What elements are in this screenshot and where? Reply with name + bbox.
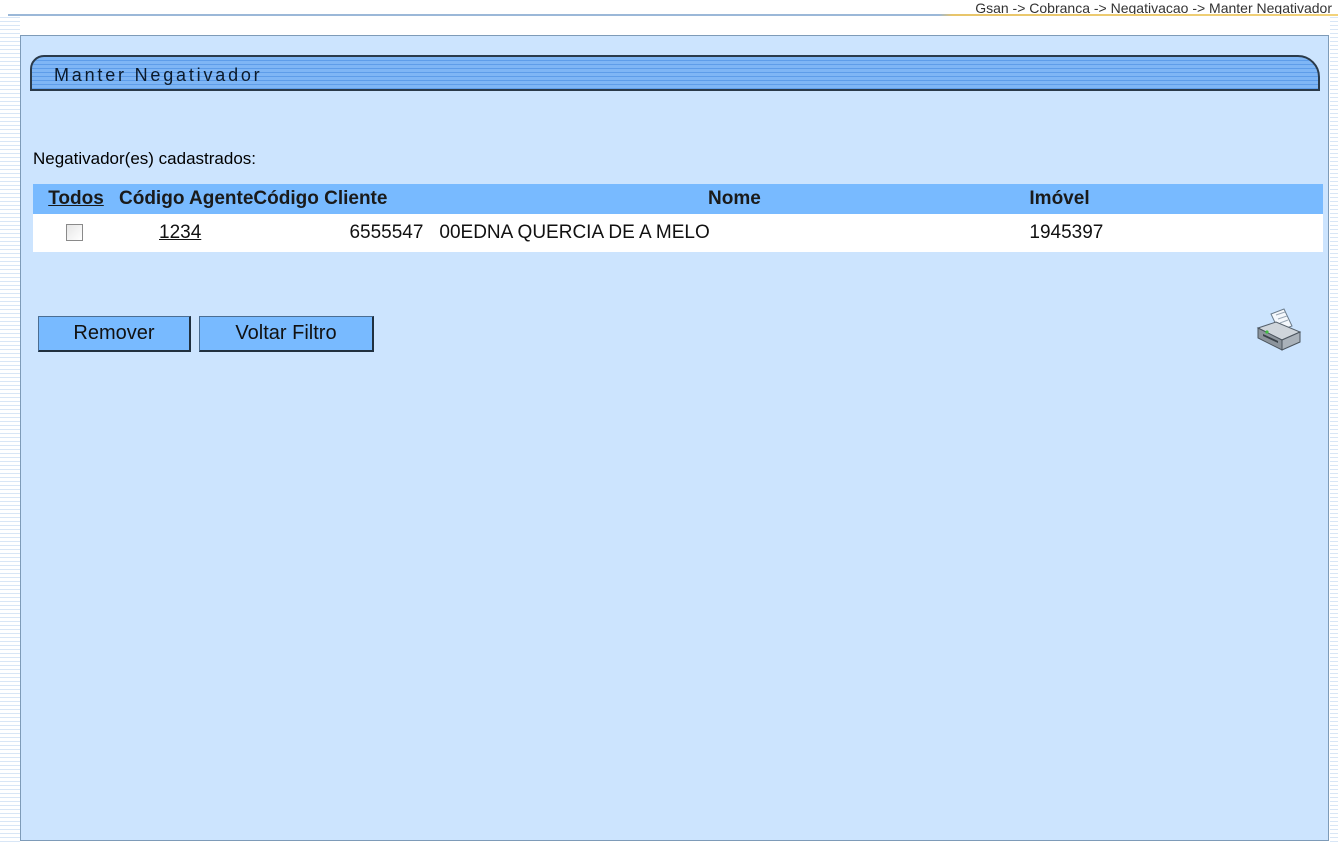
breadcrumb-divider xyxy=(8,14,1338,16)
header-codigo-agente: Código Agente xyxy=(119,184,254,214)
row-checkbox-cell xyxy=(33,214,119,252)
header-nome: Nome xyxy=(439,184,1030,214)
left-stripes xyxy=(0,14,20,843)
table-row: 1234 6555547 00EDNA QUERCIA DE A MELO 19… xyxy=(33,214,1323,252)
header-codigo-cliente: Código Cliente xyxy=(253,184,440,214)
codigo-agente-link[interactable]: 1234 xyxy=(119,222,201,243)
header-todos: Todos xyxy=(33,184,119,214)
cell-imovel: 1945397 xyxy=(1029,214,1323,252)
cell-codigo-cliente: 6555547 xyxy=(253,214,440,252)
main-panel: Manter Negativador Negativador(es) cadas… xyxy=(20,35,1329,841)
row-checkbox[interactable] xyxy=(66,224,83,242)
title-tab: Manter Negativador xyxy=(30,55,1320,91)
header-imovel: Imóvel xyxy=(1029,184,1323,214)
list-label: Negativador(es) cadastrados: xyxy=(33,149,257,168)
remover-button[interactable]: Remover xyxy=(38,316,191,352)
page-title: Manter Negativador xyxy=(54,65,263,85)
voltar-filtro-button[interactable]: Voltar Filtro xyxy=(199,316,374,352)
select-all-link[interactable]: Todos xyxy=(48,188,104,209)
printer-icon[interactable] xyxy=(1254,306,1304,356)
right-stripes xyxy=(1330,14,1338,843)
negativador-table: Todos Código Agente Código Cliente Nome … xyxy=(33,184,1323,252)
cell-codigo-agente: 1234 xyxy=(119,214,254,252)
cell-nome: 00EDNA QUERCIA DE A MELO xyxy=(439,214,1030,252)
table-header-row: Todos Código Agente Código Cliente Nome … xyxy=(33,184,1323,214)
breadcrumb-bar: Gsan -> Cobranca -> Negativacao -> Mante… xyxy=(0,0,1338,16)
printer-icon-graphic xyxy=(1256,308,1302,351)
